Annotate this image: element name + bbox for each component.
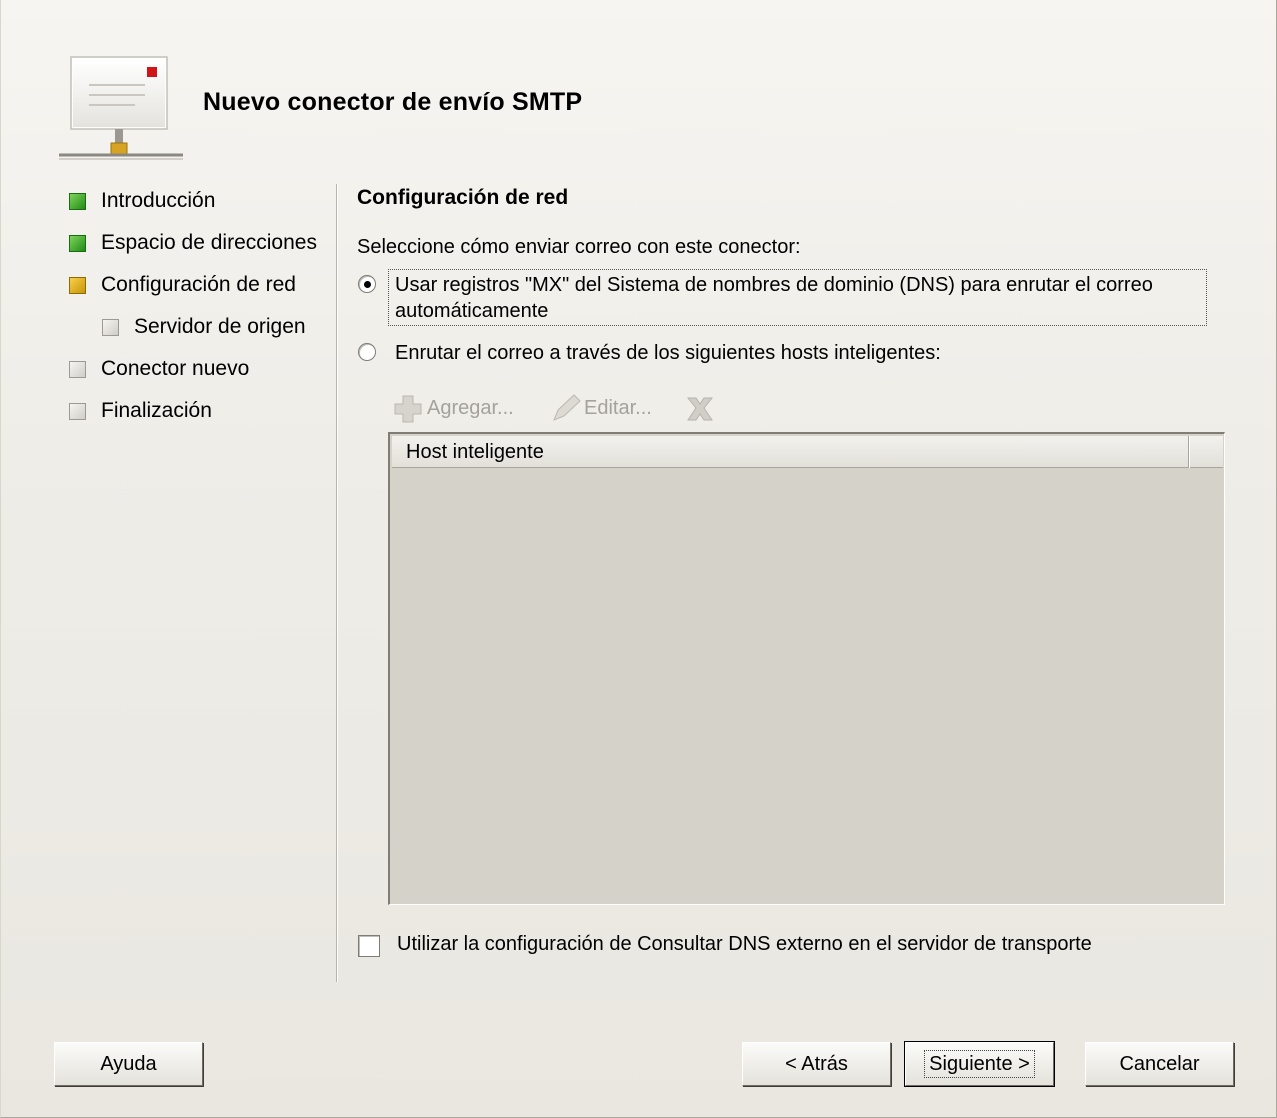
external-dns-checkbox[interactable] bbox=[358, 935, 380, 957]
step-servidor-de-origen: Servidor de origen bbox=[102, 311, 306, 343]
smtp-connector-icon bbox=[59, 55, 185, 167]
step-done-icon bbox=[69, 192, 86, 210]
step-current-icon bbox=[69, 276, 86, 294]
vertical-divider bbox=[336, 184, 338, 982]
add-label: Agregar... bbox=[427, 396, 514, 419]
next-button[interactable]: Siguiente > bbox=[904, 1041, 1055, 1087]
remove-button[interactable] bbox=[683, 392, 719, 424]
step-pending-icon bbox=[69, 402, 86, 420]
external-dns-checkbox-label[interactable]: Utilizar la configuración de Consultar D… bbox=[397, 933, 1092, 956]
plus-icon bbox=[394, 395, 422, 423]
step-label: Introducción bbox=[101, 189, 216, 212]
cancel-button-label: Cancelar bbox=[1119, 1053, 1200, 1075]
option-dns-label-line1[interactable]: Usar registros "MX" del Sistema de nombr… bbox=[395, 272, 1153, 298]
step-introduccion: Introducción bbox=[69, 185, 215, 217]
column-header-filler bbox=[1189, 436, 1223, 468]
back-button-label: < Atrás bbox=[785, 1053, 848, 1075]
step-label: Servidor de origen bbox=[134, 315, 306, 338]
list-header: Host inteligente bbox=[392, 436, 1223, 468]
option-smarthost-label[interactable]: Enrutar el correo a través de los siguie… bbox=[395, 340, 941, 366]
step-done-icon bbox=[69, 234, 86, 252]
smart-host-list[interactable]: Host inteligente bbox=[388, 432, 1225, 905]
add-button[interactable]: Agregar... bbox=[391, 392, 514, 424]
radio-selected-dot bbox=[364, 281, 371, 288]
step-pending-icon bbox=[69, 360, 86, 378]
step-label: Finalización bbox=[101, 399, 212, 422]
step-label: Configuración de red bbox=[101, 273, 296, 296]
wizard-dialog: Nuevo conector de envío SMTP Introducció… bbox=[0, 0, 1277, 1118]
edit-label: Editar... bbox=[584, 396, 652, 419]
help-button[interactable]: Ayuda bbox=[54, 1042, 203, 1086]
step-espacio-de-direcciones: Espacio de direcciones bbox=[69, 227, 317, 259]
cancel-button[interactable]: Cancelar bbox=[1085, 1042, 1234, 1086]
pencil-icon bbox=[553, 394, 581, 421]
step-finalizacion: Finalización bbox=[69, 395, 212, 427]
radio-smart-hosts[interactable] bbox=[358, 343, 376, 361]
step-label: Conector nuevo bbox=[101, 357, 250, 380]
radio-use-dns-mx[interactable] bbox=[358, 275, 376, 293]
wizard-title: Nuevo conector de envío SMTP bbox=[203, 88, 583, 116]
step-configuracion-de-red: Configuración de red bbox=[69, 269, 296, 301]
section-title: Configuración de red bbox=[357, 186, 569, 209]
step-label: Espacio de direcciones bbox=[101, 231, 317, 254]
column-header-host-inteligente[interactable]: Host inteligente bbox=[392, 436, 1189, 468]
option-dns-label-line2[interactable]: automáticamente bbox=[395, 298, 548, 324]
edit-button[interactable]: Editar... bbox=[548, 392, 652, 424]
x-icon bbox=[686, 397, 714, 421]
help-button-label: Ayuda bbox=[100, 1053, 157, 1075]
step-pending-icon bbox=[102, 318, 119, 336]
prompt-text: Seleccione cómo enviar correo con este c… bbox=[357, 236, 801, 258]
step-conector-nuevo: Conector nuevo bbox=[69, 353, 249, 385]
next-button-label: Siguiente > bbox=[924, 1050, 1035, 1078]
back-button[interactable]: < Atrás bbox=[742, 1042, 891, 1086]
